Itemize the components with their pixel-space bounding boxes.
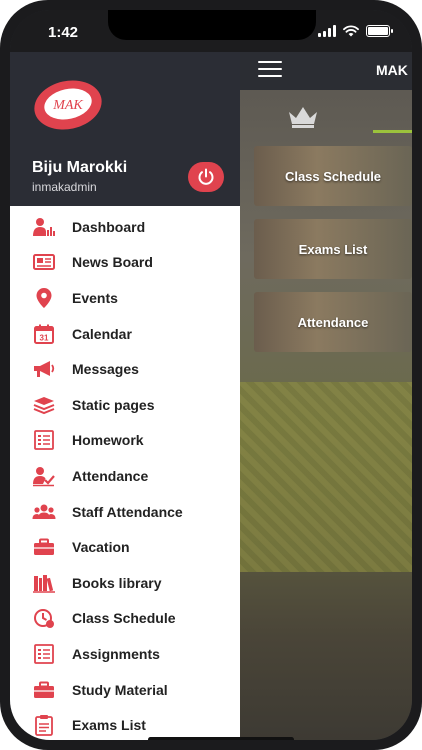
tile-attendance[interactable]: Attendance: [254, 292, 412, 352]
menu-item-label: Events: [72, 289, 118, 306]
menu-item-label: Messages: [72, 361, 139, 378]
layers-icon: [32, 393, 56, 417]
checklist-icon: [32, 428, 56, 452]
menu-item-label: Vacation: [72, 539, 130, 556]
menu-item-label: Calendar: [72, 325, 132, 342]
signal-icon: [318, 25, 336, 37]
menu-item-label: Study Material: [72, 681, 168, 698]
status-bar: 1:42: [10, 10, 412, 52]
dashboard-icon: [32, 215, 56, 239]
calendar-icon: 31: [32, 322, 56, 346]
tile-label: Class Schedule: [284, 168, 382, 184]
clipboard-icon: [32, 713, 56, 737]
phone-frame: 1:42 MAK Class Schedule Exams List Atten…: [0, 0, 422, 750]
menu-item-homework[interactable]: Homework: [10, 423, 240, 459]
tile-exams-list[interactable]: Exams List: [254, 219, 412, 279]
menu-item-exams-list[interactable]: Exams List: [10, 707, 240, 740]
menu-item-label: Staff Attendance: [72, 503, 183, 520]
newspaper-icon: [32, 250, 56, 274]
menu-item-label: Static pages: [72, 396, 155, 413]
clock-icon: [32, 606, 56, 630]
menu-item-label: Exams List: [72, 717, 146, 734]
drawer-menu: Dashboard News Board Events 31 Calendar …: [10, 209, 240, 740]
app-title: MAK: [376, 62, 408, 78]
briefcase-icon: [32, 678, 56, 702]
logo-text: MAK: [52, 98, 83, 113]
power-icon: [198, 168, 214, 185]
menu-item-study-material[interactable]: Study Material: [10, 672, 240, 708]
megaphone-icon: [32, 357, 56, 381]
menu-item-label: Books library: [72, 574, 162, 591]
hamburger-menu-icon[interactable]: [258, 61, 282, 77]
briefcase-icon: [32, 535, 56, 559]
user-name: Biju Marokki: [32, 159, 128, 176]
battery-icon: [366, 25, 393, 37]
menu-item-books-library[interactable]: Books library: [10, 565, 240, 601]
menu-item-news-board[interactable]: News Board: [10, 245, 240, 281]
menu-item-static-pages[interactable]: Static pages: [10, 387, 240, 423]
menu-item-class-schedule[interactable]: Class Schedule: [10, 601, 240, 637]
status-icons: [318, 25, 393, 37]
tile-label: Attendance: [297, 314, 369, 330]
wifi-icon: [343, 25, 359, 37]
tile-class-schedule[interactable]: Class Schedule: [254, 146, 412, 206]
crown-icon: [289, 107, 317, 128]
menu-item-label: Dashboard: [72, 218, 146, 235]
list-icon: [32, 642, 56, 666]
menu-item-attendance[interactable]: Attendance: [10, 458, 240, 494]
navigation-drawer: MAK Biju Marokki inmakadmin Dashboard Ne…: [10, 52, 240, 740]
status-time: 1:42: [48, 24, 79, 41]
user-username: inmakadmin: [32, 180, 97, 194]
menu-item-dashboard[interactable]: Dashboard: [10, 209, 240, 245]
menu-item-vacation[interactable]: Vacation: [10, 529, 240, 565]
group-icon: [32, 500, 56, 524]
location-pin-icon: [32, 286, 56, 310]
menu-item-messages[interactable]: Messages: [10, 351, 240, 387]
main-content: MAK Class Schedule Exams List Attendance: [240, 52, 412, 740]
svg-text:31: 31: [40, 333, 49, 342]
menu-item-label: Assignments: [72, 645, 160, 662]
menu-item-calendar[interactable]: 31 Calendar: [10, 316, 240, 352]
menu-item-label: Class Schedule: [72, 610, 176, 627]
user-check-icon: [32, 464, 56, 488]
tab-indicator: [373, 130, 412, 133]
menu-item-assignments[interactable]: Assignments: [10, 636, 240, 672]
notch: [108, 10, 316, 40]
menu-item-events[interactable]: Events: [10, 280, 240, 316]
app-bar: MAK: [240, 52, 412, 90]
menu-item-label: Homework: [72, 432, 144, 449]
menu-item-label: News Board: [72, 254, 153, 271]
background-photo: [240, 382, 412, 572]
drawer-header: MAK Biju Marokki inmakadmin: [10, 52, 240, 206]
logout-button[interactable]: [188, 162, 224, 192]
home-indicator[interactable]: [148, 737, 294, 740]
menu-item-staff-attendance[interactable]: Staff Attendance: [10, 494, 240, 530]
mak-logo: MAK: [34, 80, 102, 130]
screen: 1:42 MAK Class Schedule Exams List Atten…: [10, 10, 412, 740]
menu-item-label: Attendance: [72, 467, 149, 484]
tile-label: Exams List: [298, 241, 368, 257]
books-icon: [32, 571, 56, 595]
